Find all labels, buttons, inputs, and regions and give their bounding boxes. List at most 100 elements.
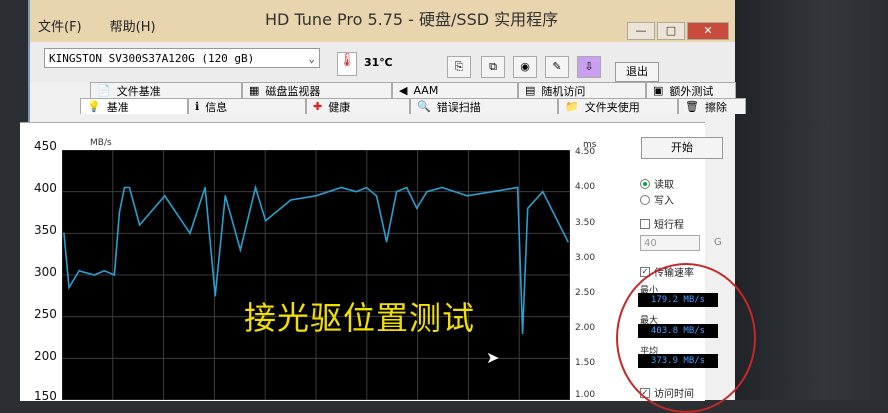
chevron-down-icon: ⌄ [308, 52, 315, 65]
close-button[interactable]: ✕ [687, 22, 729, 40]
start-button[interactable]: 开始 [641, 137, 723, 159]
menu-file[interactable]: 文件(F) [38, 16, 82, 35]
y-tick-right: 2.50 [575, 288, 596, 298]
tab-label: 擦除 [704, 100, 727, 114]
transfer-rate-point [355, 190, 358, 193]
transfer-rate-point [542, 190, 544, 193]
health-cross-icon: ✚ [313, 100, 323, 113]
random-icon: ▤ [525, 84, 536, 97]
monitor-icon: ▦ [249, 84, 260, 97]
maximize-button[interactable]: □ [657, 22, 685, 40]
red-annotation-circle [616, 263, 756, 413]
y-tick-right: 1.00 [575, 390, 596, 400]
tab-error-scan[interactable]: 🔍 错误扫描 [410, 98, 558, 114]
tab-disk-monitor[interactable]: ▦ 磁盘监视器 [242, 82, 392, 98]
transfer-rate-point [204, 186, 206, 189]
transfer-rate-point [441, 186, 443, 189]
transfer-rate-point [375, 195, 378, 197]
transfer-rate-point [567, 240, 569, 243]
tab-info[interactable]: ℹ 信息 [188, 98, 306, 114]
y-left-unit: MB/s [90, 138, 112, 148]
copy-image-icon[interactable]: ⧉ [481, 56, 505, 78]
tab-folder-usage[interactable]: 📁 文件夹使用 [558, 98, 678, 114]
short-stroke-spinner[interactable]: 40 [640, 235, 700, 251]
short-stroke-unit: G [714, 237, 722, 248]
y-tick-right: 2.00 [575, 323, 596, 333]
tab-label: 健康 [328, 100, 351, 114]
transfer-rate-point [224, 195, 227, 197]
transfer-rate-point [466, 195, 469, 197]
overlay-caption: 接光驱位置测试 [244, 299, 476, 337]
tab-random-access[interactable]: ▤ 随机访问 [518, 82, 646, 98]
transfer-rate-point [340, 186, 343, 189]
short-stroke-option[interactable]: 短行程 [640, 216, 684, 231]
tab-label: 文件基准 [116, 84, 161, 98]
tab-file-benchmark[interactable]: 📄 文件基准 [90, 82, 242, 98]
tab-label: 额外测试 [669, 84, 714, 98]
tab-label: 随机访问 [541, 84, 586, 98]
tab-label: 信息 [205, 100, 228, 114]
tab-row-top: 📄 文件基准 ▦ 磁盘监视器 ◀ AAM ▤ 随机访问 ▣ 额外测试 [90, 82, 736, 98]
write-label: 写入 [654, 196, 674, 207]
tab-row-bottom: 💡 基准 ℹ 信息 ✚ 健康 🔍 错误扫描 📁 文件夹使用 🗑 擦除 [80, 98, 746, 114]
speaker-icon: ◀ [399, 84, 408, 97]
transfer-rate-point [118, 211, 121, 214]
transfer-rate-point [416, 207, 418, 210]
toolbar: KINGSTON SV300S37A120G (120 gB) ⌄ 🌡 31℃ … [30, 42, 735, 82]
transfer-rate-point [315, 195, 317, 197]
y-tick-right: 3.50 [575, 218, 596, 228]
tab-label: AAM [413, 84, 439, 97]
transfer-rate-point [521, 332, 524, 335]
transfer-rate-point [526, 207, 529, 210]
exit-button[interactable]: 退出 [615, 62, 659, 82]
transfer-rate-point [68, 286, 70, 289]
transfer-rate-point [78, 270, 80, 272]
transfer-rate-point [138, 224, 141, 226]
transfer-rate-point [103, 270, 106, 272]
transfer-rate-point [214, 295, 216, 297]
y-tick-left: 150 [34, 389, 57, 403]
radio-read[interactable] [640, 178, 650, 189]
menu-help[interactable]: 帮助(H) [110, 16, 156, 35]
y-tick-left: 350 [34, 223, 57, 237]
transfer-rate-point [254, 186, 257, 189]
folder-icon: 📁 [565, 100, 579, 113]
read-option[interactable]: 读取 [640, 176, 674, 191]
extra-tests-icon: ▣ [653, 84, 664, 97]
tab-extra-tests[interactable]: ▣ 额外测试 [646, 82, 736, 98]
short-stroke-value: 40 [644, 238, 657, 249]
drive-select[interactable]: KINGSTON SV300S37A120G (120 gB) ⌄ [44, 48, 320, 68]
window-controls: — □ ✕ [627, 22, 729, 40]
save-down-icon[interactable]: ⇩ [577, 56, 601, 78]
copy-text-icon[interactable]: ⎘ [447, 56, 471, 78]
transfer-rate-point [123, 186, 126, 189]
write-option[interactable]: 写入 [640, 192, 674, 207]
transfer-rate-point [128, 186, 131, 189]
radio-write[interactable] [640, 194, 650, 205]
monitor-bezel [735, 0, 888, 400]
lightbulb-icon: 💡 [87, 100, 101, 113]
transfer-rate-point [63, 232, 65, 235]
transfer-rate-point [516, 186, 519, 189]
temperature-readout: 31℃ [364, 56, 393, 69]
tab-erase[interactable]: 🗑 擦除 [678, 98, 746, 114]
tab-health[interactable]: ✚ 健康 [306, 98, 410, 114]
y-tick-left: 450 [34, 139, 57, 153]
y-tick-left: 250 [34, 307, 57, 321]
transfer-rate-point [93, 274, 96, 276]
tab-aam[interactable]: ◀ AAM [392, 82, 518, 98]
short-stroke-checkbox[interactable] [640, 218, 650, 229]
read-label: 读取 [654, 180, 674, 191]
tab-label: 基准 [106, 100, 129, 114]
y-tick-left: 400 [34, 181, 57, 195]
minimize-button[interactable]: — [627, 22, 655, 40]
erase-icon: 🗑 [685, 100, 699, 113]
y-tick-right: 4.00 [575, 182, 596, 192]
tab-benchmark[interactable]: 💡 基准 [80, 98, 188, 114]
transfer-rate-point [405, 186, 408, 189]
transfer-rate-point [385, 240, 388, 243]
options-icon[interactable]: ✎ [545, 56, 569, 78]
tab-label: 错误扫描 [436, 100, 481, 114]
y-tick-right: 4.50 [575, 147, 596, 157]
camera-icon[interactable]: ◉ [513, 56, 537, 78]
